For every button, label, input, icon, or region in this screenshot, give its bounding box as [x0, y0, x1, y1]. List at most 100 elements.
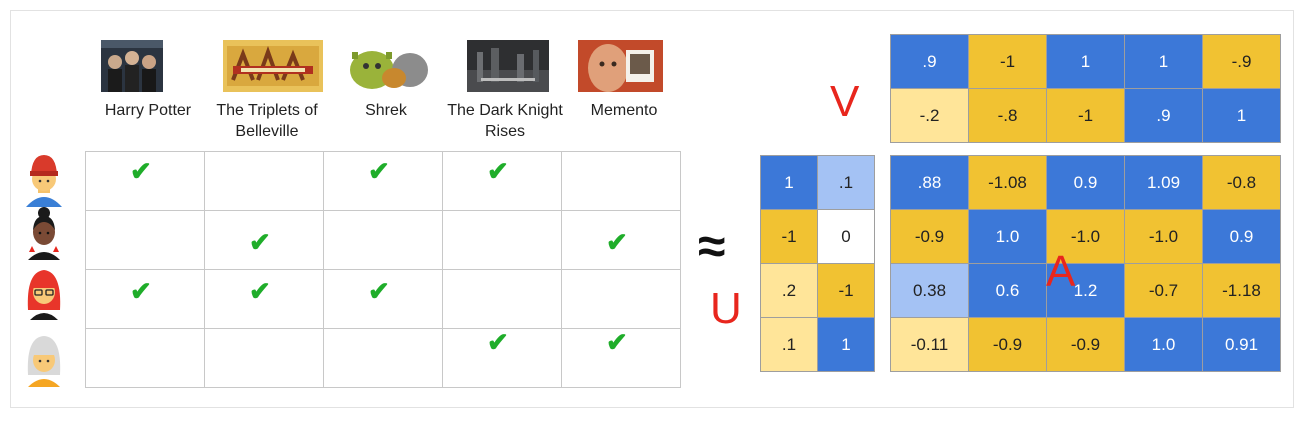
matrix-label-a: A	[1046, 247, 1076, 296]
matrix-v-cell: .9	[1124, 88, 1203, 143]
matrix-a-cell: 1.0	[1124, 317, 1203, 372]
rating-cell: ✔	[442, 151, 562, 211]
rating-cell	[561, 151, 681, 211]
matrix-u-row: 1 .1	[760, 155, 875, 210]
ratings-row: ✔ ✔ ✔	[85, 269, 681, 329]
matrix-a-cell: 1.09	[1124, 155, 1203, 210]
matrix-u-cell: -1	[817, 263, 875, 318]
rating-cell: ✔	[323, 269, 443, 329]
matrix-u-cell: .2	[760, 263, 818, 318]
memento-poster-icon	[578, 40, 663, 92]
matrix-v-cell: .9	[890, 34, 969, 89]
check-icon: ✔	[368, 276, 390, 306]
dark-knight-poster-icon	[467, 40, 549, 92]
ratings-grid: ✔ ✔ ✔ ✔ ✔ ✔ ✔ ✔ ✔ ✔	[85, 151, 681, 388]
matrix-a-cell: -0.8	[1202, 155, 1281, 210]
user-red-hat-avatar	[26, 155, 62, 207]
user-gray-hair-avatar	[27, 336, 61, 387]
user-bun-avatar	[28, 207, 60, 260]
check-icon: ✔	[487, 327, 509, 357]
matrix-u-row: .1 1	[760, 317, 875, 372]
user-red-hair-glasses-avatar	[27, 270, 61, 320]
triplets-poster-icon	[223, 40, 323, 92]
matrix-u-row: -1 0	[760, 209, 875, 264]
matrix-v-cell: -.2	[890, 88, 969, 143]
rating-cell: ✔	[204, 269, 324, 329]
approx-symbol: ≈	[698, 218, 726, 274]
matrix-a-cell: -0.9	[890, 209, 969, 264]
matrix-a: .88 -1.08 0.9 1.09 -0.8 -0.9 1.0 -1.0 -1…	[890, 155, 1281, 372]
matrix-a-cell: 0.38	[890, 263, 969, 318]
rating-cell: ✔	[85, 151, 205, 211]
rating-cell: ✔	[561, 327, 681, 388]
check-icon: ✔	[130, 156, 152, 186]
check-icon: ✔	[487, 156, 509, 186]
rating-cell: ✔	[561, 210, 681, 270]
matrix-v-cell: 1	[1124, 34, 1203, 89]
matrix-u-cell: -1	[760, 209, 818, 264]
matrix-a-cell: -0.9	[1046, 317, 1125, 372]
matrix-a-cell: -1.08	[968, 155, 1047, 210]
matrix-a-cell: 0.9	[1046, 155, 1125, 210]
rating-cell	[85, 328, 205, 388]
matrix-a-cell: -0.11	[890, 317, 969, 372]
rating-cell	[204, 151, 324, 211]
ratings-row: ✔ ✔ ✔	[85, 151, 681, 211]
check-icon: ✔	[130, 276, 152, 306]
matrix-u-cell: .1	[760, 317, 818, 372]
check-icon: ✔	[606, 227, 628, 257]
matrix-a-row: -0.11 -0.9 -0.9 1.0 0.91	[890, 317, 1281, 372]
matrix-v-cell: -.9	[1202, 34, 1281, 89]
rating-cell	[323, 328, 443, 388]
shrek-poster-icon	[338, 40, 442, 92]
matrix-a-row: 0.38 0.6 1.2 -0.7 -1.18	[890, 263, 1281, 318]
rating-cell	[85, 210, 205, 270]
matrix-u-cell: 0	[817, 209, 875, 264]
matrix-a-cell: -1.18	[1202, 263, 1281, 318]
matrix-a-cell: -0.9	[968, 317, 1047, 372]
matrix-v-cell: 1	[1046, 34, 1125, 89]
matrix-a-cell: -1.0	[1124, 209, 1203, 264]
matrix-v-cell: 1	[1202, 88, 1281, 143]
rating-cell	[442, 269, 562, 329]
harry-potter-poster-icon	[101, 40, 163, 92]
matrix-u-row: .2 -1	[760, 263, 875, 318]
matrix-label-u: U	[710, 284, 742, 333]
ratings-row: ✔ ✔	[85, 327, 681, 388]
matrix-a-row: -0.9 1.0 -1.0 -1.0 0.9	[890, 209, 1281, 264]
rating-cell	[204, 328, 324, 388]
matrix-a-cell: 1.0	[968, 209, 1047, 264]
matrix-v-cell: -1	[968, 34, 1047, 89]
matrix-v: .9 -1 1 1 -.9 -.2 -.8 -1 .9 1	[890, 34, 1281, 143]
movie-title: The Dark Knight Rises	[447, 102, 563, 140]
rating-cell: ✔	[85, 269, 205, 329]
matrix-a-row: .88 -1.08 0.9 1.09 -0.8	[890, 155, 1281, 210]
matrix-a-cell: 0.9	[1202, 209, 1281, 264]
matrix-v-cell: -.8	[968, 88, 1047, 143]
check-icon: ✔	[249, 227, 271, 257]
rating-cell: ✔	[442, 327, 562, 388]
rating-cell	[323, 210, 443, 270]
check-icon: ✔	[249, 276, 271, 306]
movie-title: Shrek	[365, 102, 407, 119]
matrix-a-cell: -0.7	[1124, 263, 1203, 318]
movie-title: The Triplets of Belleville	[216, 102, 318, 140]
matrix-u: 1 .1 -1 0 .2 -1 .1 1	[760, 155, 875, 372]
rating-cell: ✔	[204, 210, 324, 270]
rating-cell: ✔	[323, 151, 443, 211]
matrix-u-cell: 1	[760, 155, 818, 210]
matrix-v-row: .9 -1 1 1 -.9	[890, 34, 1281, 89]
ratings-row: ✔ ✔	[85, 210, 681, 270]
movie-title: Harry Potter	[104, 102, 192, 119]
matrix-v-row: -.2 -.8 -1 .9 1	[890, 88, 1281, 143]
check-icon: ✔	[606, 327, 628, 357]
matrix-v-cell: -1	[1046, 88, 1125, 143]
matrix-a-cell: .88	[890, 155, 969, 210]
rating-cell	[442, 210, 562, 270]
matrix-a-cell: 0.91	[1202, 317, 1281, 372]
matrix-a-cell: 0.6	[968, 263, 1047, 318]
check-icon: ✔	[368, 156, 390, 186]
matrix-u-cell: .1	[817, 155, 875, 210]
movie-title: Memento	[590, 102, 658, 119]
rating-cell	[561, 269, 681, 329]
